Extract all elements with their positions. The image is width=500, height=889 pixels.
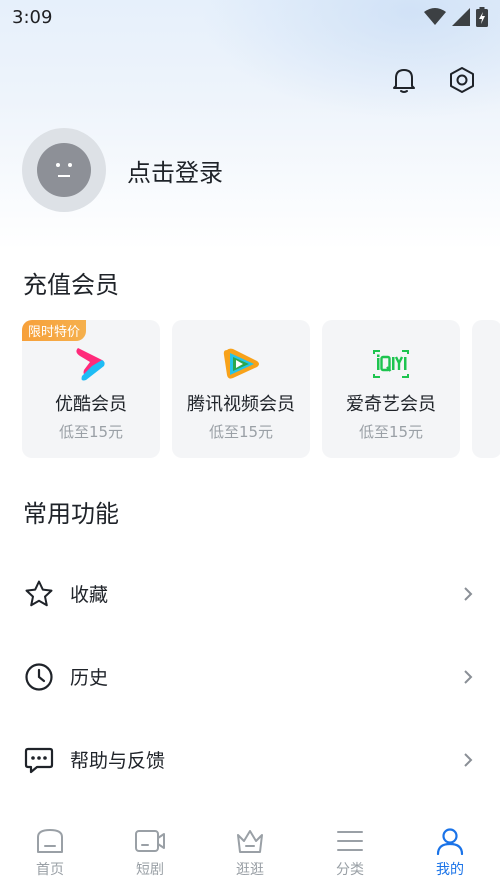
vip-price: 低至15元 [358,423,424,441]
vip-name: 优酷会员 [55,394,127,415]
login-link[interactable]: 点击登录 [127,153,223,188]
vip-price: 低至15元 [58,423,124,441]
bell-icon [393,69,415,93]
vip-name: 腾讯视频会员 [187,394,295,415]
crown-icon [237,830,263,853]
menu-item-help-feedback[interactable]: 帮助与反馈 [0,718,500,801]
tab-short-drama[interactable]: 短剧 [100,817,200,889]
header-background [0,0,500,250]
vip-card-iqiyi[interactable]: 爱奇艺会员 低至15元 [322,320,460,458]
tab-label: 逛逛 [236,862,264,878]
header-actions [388,64,478,96]
avatar[interactable] [22,128,106,212]
signal-icon [452,8,470,26]
vip-card-more[interactable] [472,320,500,458]
tab-label: 短剧 [136,862,164,878]
youku-icon [76,348,105,381]
tab-browse[interactable]: 逛逛 [200,817,300,889]
vip-cards: 限时特价 优酷会员 低至15元 腾讯视频会员 低至15元 爱奇艺会员 低至15元 [22,320,500,458]
chevron-right-icon [464,752,473,767]
tab-category[interactable]: 分类 [300,817,400,889]
menu-item-label: 历史 [70,667,109,689]
star-icon [25,580,53,606]
menu-item-history[interactable]: 历史 [0,635,500,718]
status-icons [424,7,488,27]
battery-icon [476,7,488,27]
status-time: 3:09 [12,6,53,28]
chevron-right-icon [464,669,473,684]
home-icon [37,829,63,853]
menu-icon [337,831,363,851]
tab-label: 我的 [436,862,464,878]
vip-section-title: 充值会员 [23,271,119,299]
tab-label: 分类 [336,862,364,878]
vip-name: 爱奇艺会员 [346,394,436,415]
menu-item-label: 收藏 [70,584,109,606]
vip-card-youku[interactable]: 限时特价 优酷会员 低至15元 [22,320,160,458]
tab-label: 首页 [36,862,64,878]
settings-button[interactable] [446,64,478,96]
menu-item-label: 帮助与反馈 [70,750,166,772]
tab-mine[interactable]: 我的 [400,817,500,889]
user-icon [436,828,464,855]
menu-item-favorites[interactable]: 收藏 [0,552,500,635]
clock-icon [25,662,53,691]
chevron-right-icon [464,586,473,601]
tencent-video-icon [223,348,259,379]
limited-offer-badge: 限时特价 [22,320,87,341]
iqiyi-icon [373,350,409,378]
notification-button[interactable] [388,64,420,96]
functions-list: 收藏 历史 帮助与反馈 [0,552,500,801]
default-avatar-icon [37,143,91,197]
gear-icon [450,67,474,93]
tab-home[interactable]: 首页 [0,817,100,889]
bottom-tab-bar: 首页 短剧 逛逛 分类 我的 [0,817,500,889]
wifi-icon [424,8,446,25]
profile-login[interactable]: 点击登录 [22,128,223,212]
functions-section-title: 常用功能 [23,500,119,528]
video-icon [135,830,165,852]
vip-price: 低至15元 [208,423,274,441]
chat-icon [24,747,54,773]
status-bar: 3:09 [0,0,500,34]
vip-card-tencent[interactable]: 腾讯视频会员 低至15元 [172,320,310,458]
